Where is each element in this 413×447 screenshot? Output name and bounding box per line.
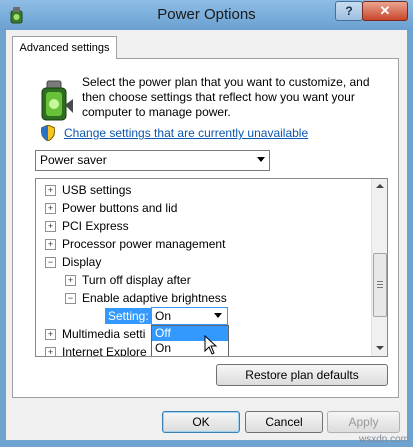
window-frame: Power Options ? ✕ Advanced settings Sele… xyxy=(0,0,413,447)
grip-line xyxy=(377,284,383,285)
setting-value: On xyxy=(155,309,172,323)
tree-item-pci-express[interactable]: + PCI Express xyxy=(45,217,129,235)
tree-item-label: Power buttons and lid xyxy=(62,201,178,215)
ok-button[interactable]: OK xyxy=(162,411,240,433)
battery-icon xyxy=(41,80,73,121)
expand-icon[interactable]: + xyxy=(65,275,76,287)
expand-icon[interactable]: + xyxy=(45,185,56,197)
grip-line xyxy=(377,281,383,282)
scroll-thumb[interactable] xyxy=(373,253,387,317)
help-button[interactable]: ? xyxy=(335,1,363,21)
tree-item-label: Processor power management xyxy=(62,237,226,251)
tree-item-label: USB settings xyxy=(62,183,132,197)
grip-line xyxy=(377,287,383,288)
scroll-up-button[interactable] xyxy=(372,179,387,194)
tab-panel: Select the power plan that you want to c… xyxy=(12,58,399,398)
collapse-icon[interactable]: − xyxy=(45,257,56,269)
tree-item-usb-settings[interactable]: + USB settings xyxy=(45,181,131,199)
close-button[interactable]: ✕ xyxy=(362,1,408,21)
chevron-down-icon xyxy=(214,313,222,318)
uac-shield-icon xyxy=(41,125,55,141)
intro-text: Select the power plan that you want to c… xyxy=(82,75,370,119)
tab-advanced-settings[interactable]: Advanced settings xyxy=(12,36,117,59)
collapse-icon[interactable]: − xyxy=(65,293,76,305)
dialog-client: Advanced settings Select the power plan … xyxy=(6,30,407,440)
tree-item-adaptive-brightness[interactable]: − Enable adaptive brightness xyxy=(65,289,227,307)
tree-item-turn-off-display[interactable]: + Turn off display after xyxy=(65,271,191,289)
tree-item-internet-explorer[interactable]: + Internet Explore xyxy=(45,343,147,357)
setting-dropdown[interactable]: On xyxy=(151,307,228,325)
scroll-down-button[interactable] xyxy=(372,341,387,356)
chevron-down-icon xyxy=(257,157,265,162)
vertical-scrollbar[interactable] xyxy=(371,179,387,356)
cancel-button[interactable]: Cancel xyxy=(245,411,323,433)
power-plan-value: Power saver xyxy=(40,153,107,167)
tree-item-display[interactable]: − Display xyxy=(45,253,101,271)
expand-icon[interactable]: + xyxy=(45,221,56,233)
title-bar: Power Options ? ✕ xyxy=(0,0,413,30)
expand-icon[interactable]: + xyxy=(45,203,56,215)
arrow-up-icon xyxy=(376,184,384,188)
settings-tree[interactable]: + USB settings + Power buttons and lid + PC… xyxy=(35,178,388,357)
watermark: wsxdn.com xyxy=(358,434,409,445)
restore-plan-defaults-button[interactable]: Restore plan defaults xyxy=(216,364,388,386)
mouse-cursor-icon xyxy=(204,335,218,355)
tree-item-label: Display xyxy=(62,255,102,269)
setting-label: Setting: xyxy=(105,308,152,324)
tree-item-label: PCI Express xyxy=(62,219,129,233)
tree-item-multimedia[interactable]: + Multimedia setti xyxy=(45,325,145,343)
arrow-down-icon xyxy=(376,346,384,350)
apply-button[interactable]: Apply xyxy=(327,411,400,433)
tree-item-processor-power[interactable]: + Processor power management xyxy=(45,235,225,253)
tree-item-power-buttons[interactable]: + Power buttons and lid xyxy=(45,199,177,217)
tree-item-label: Turn off display after xyxy=(82,273,191,287)
change-unavailable-settings-link[interactable]: Change settings that are currently unava… xyxy=(64,126,308,140)
tree-item-label: Multimedia setti xyxy=(62,327,146,341)
power-plan-dropdown[interactable]: Power saver xyxy=(35,150,270,171)
tree-item-label: Enable adaptive brightness xyxy=(82,291,227,305)
tree-item-label: Internet Explore xyxy=(62,345,147,357)
expand-icon[interactable]: + xyxy=(45,329,56,341)
expand-icon[interactable]: + xyxy=(45,239,56,251)
expand-icon[interactable]: + xyxy=(45,347,56,356)
